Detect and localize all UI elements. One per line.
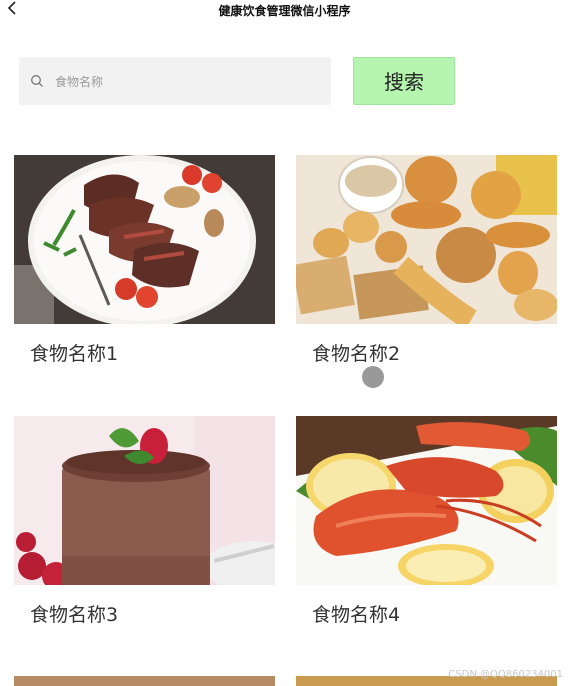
touch-indicator (362, 366, 384, 388)
food-name: 食物名称4 (312, 604, 401, 626)
watermark: CSDN @QQ860234001 (448, 669, 563, 680)
food-card-4[interactable]: 食物名称4 (296, 416, 557, 626)
food-card-1[interactable]: 食物名称1 (14, 155, 275, 365)
food-card-2[interactable]: 食物名称2 (296, 155, 557, 365)
food-image-cake[interactable] (14, 416, 275, 585)
search-button[interactable]: 搜索 (353, 57, 455, 105)
search-box[interactable] (19, 57, 331, 105)
food-image-steak[interactable] (14, 155, 275, 324)
search-icon (31, 75, 43, 87)
search-input[interactable] (53, 67, 327, 97)
food-name: 食物名称2 (312, 343, 401, 365)
food-name: 食物名称3 (30, 604, 119, 626)
top-bar: 健康饮食管理微信小程序 (0, 0, 569, 24)
food-card-5-peek[interactable] (14, 676, 275, 686)
food-image-bread[interactable] (296, 155, 557, 324)
food-name: 食物名称1 (30, 343, 119, 365)
page-title: 健康饮食管理微信小程序 (218, 4, 351, 18)
food-image-prawns[interactable] (296, 416, 557, 585)
food-card-3[interactable]: 食物名称3 (14, 416, 275, 626)
